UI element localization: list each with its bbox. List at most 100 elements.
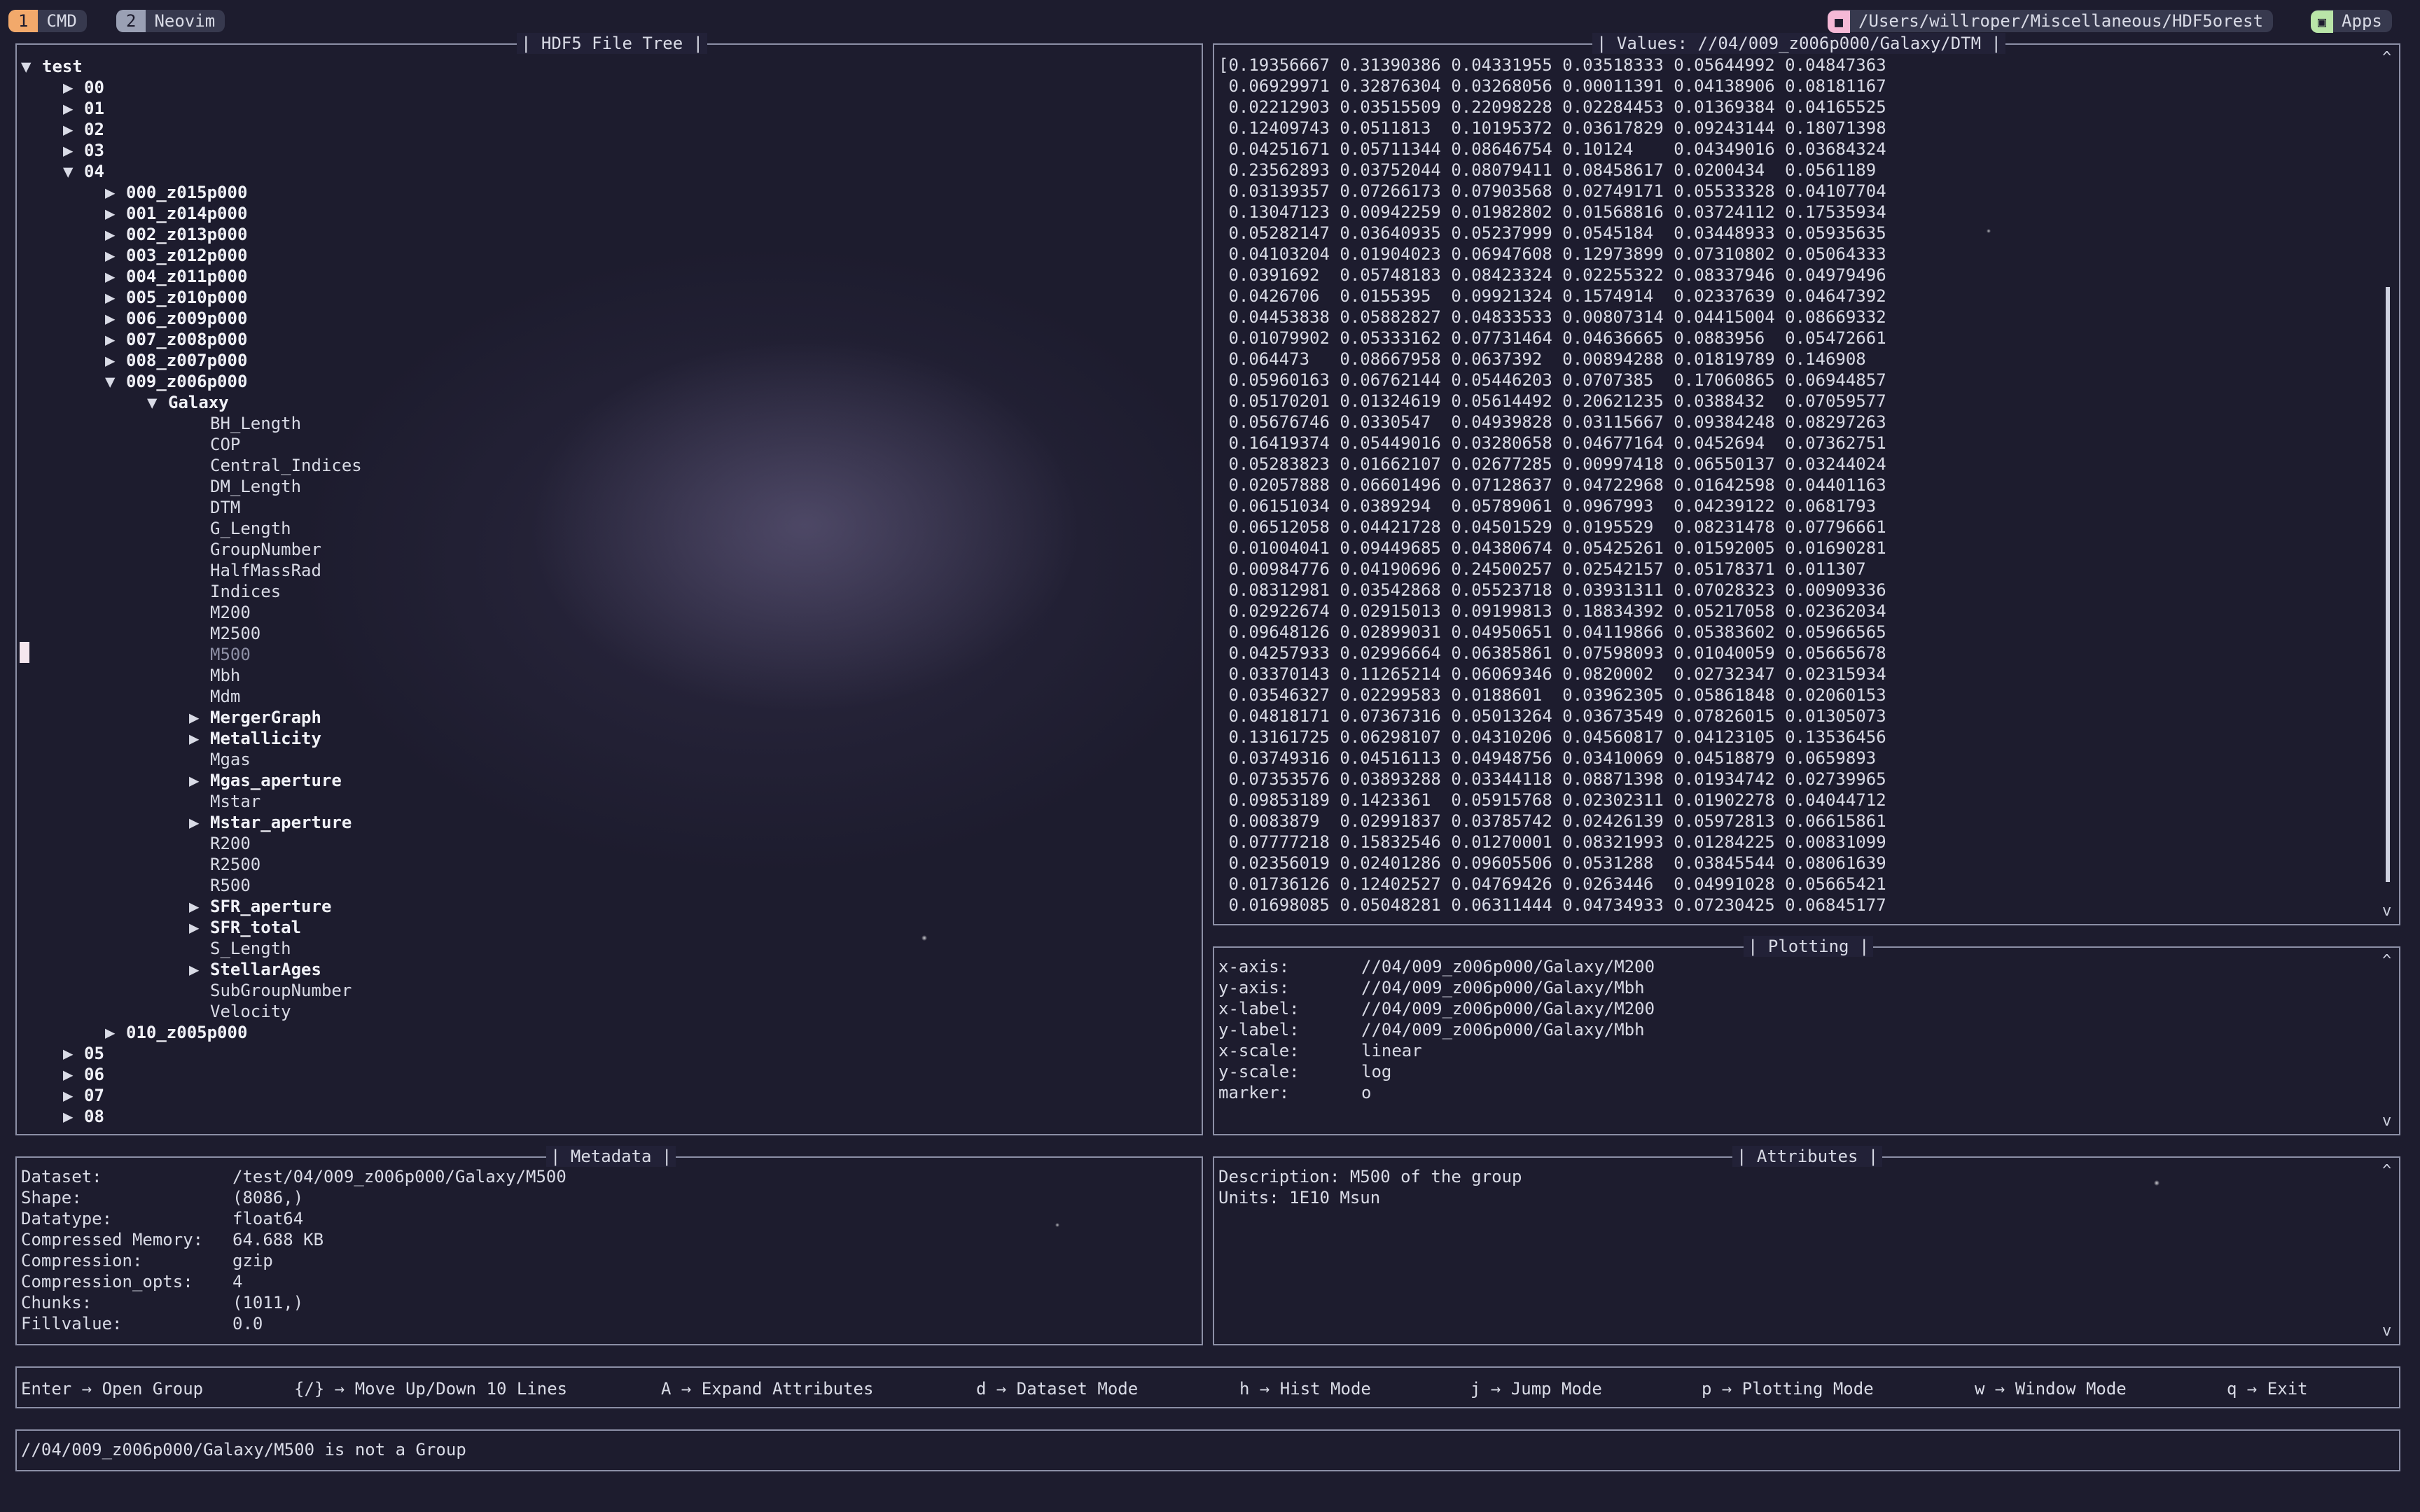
scroll-up-arrow[interactable]: ^ <box>2382 49 2391 66</box>
setting-value: //04/009_z006p000/Galaxy/M200 <box>1361 999 1655 1018</box>
tree-group[interactable]: ▶ 002_z013p000 <box>21 224 1181 245</box>
tree-item-label: 010_z005p000 <box>126 1023 248 1042</box>
plotting-setting-row[interactable]: x-label: //04/009_z006p000/Galaxy/M200 <box>1218 998 2378 1019</box>
tree-dataset[interactable]: Indices <box>21 581 1181 602</box>
collapsed-arrow-icon: ▶ <box>105 183 116 202</box>
plotting-setting-row[interactable]: marker: o <box>1218 1082 2378 1103</box>
workspace-2-tab[interactable]: 2 Neovim <box>116 10 225 32</box>
tree-group[interactable]: ▶ SFR_total <box>21 917 1181 938</box>
tree-group[interactable]: ▶ Mgas_aperture <box>21 770 1181 791</box>
values-scrollbar[interactable]: ^ v <box>2381 49 2395 920</box>
values-line: 0.12409743 0.0511813 0.10195372 0.036178… <box>1218 118 1886 138</box>
tree-group[interactable]: ▶ 001_z014p000 <box>21 203 1181 224</box>
tree-group[interactable]: ▶ 00 <box>21 77 1181 98</box>
tree-dataset[interactable]: R2500 <box>21 854 1181 875</box>
scroll-up-arrow[interactable]: ^ <box>2382 1162 2391 1180</box>
tree-item-label: 002_z013p000 <box>126 225 248 244</box>
tree-group[interactable]: ▶ 008_z007p000 <box>21 350 1181 371</box>
tree-group[interactable]: ▶ 02 <box>21 119 1181 140</box>
values-line: 0.01004041 0.09449685 0.04380674 0.05425… <box>1218 538 1886 558</box>
values-line: 0.05960163 0.06762144 0.05446203 0.07073… <box>1218 370 1886 390</box>
values-line: 0.0426706 0.0155395 0.09921324 0.1574914… <box>1218 286 1886 306</box>
tree-group[interactable]: ▶ 007_z008p000 <box>21 329 1181 350</box>
plotting-setting-row[interactable]: y-label: //04/009_z006p000/Galaxy/Mbh <box>1218 1019 2378 1040</box>
apps-widget[interactable]: ▣ Apps <box>2311 10 2392 33</box>
tree-dataset[interactable]: G_Length <box>21 518 1181 539</box>
tree-dataset[interactable]: Velocity <box>21 1001 1181 1022</box>
plotting-scrollbar[interactable]: ^ v <box>2381 952 2395 1130</box>
tree-dataset[interactable]: GroupNumber <box>21 539 1181 560</box>
tree-group[interactable]: ▶ 006_z009p000 <box>21 308 1181 329</box>
cursor <box>20 642 29 663</box>
values-line: 0.03370143 0.11265214 0.06069346 0.08200… <box>1218 664 1886 684</box>
tree-group[interactable]: ▶ 000_z015p000 <box>21 182 1181 203</box>
collapsed-arrow-icon: ▶ <box>63 1086 74 1105</box>
tree-group[interactable]: ▼ Galaxy <box>21 392 1181 413</box>
workspace-1-tab[interactable]: 1 CMD <box>8 10 87 32</box>
scroll-down-arrow[interactable]: v <box>2382 1322 2391 1340</box>
tree-group[interactable]: ▶ 05 <box>21 1043 1181 1064</box>
metadata-key: Datatype: <box>21 1209 113 1228</box>
tree-item-label: 05 <box>84 1044 104 1063</box>
tree-dataset[interactable]: M2500 <box>21 623 1181 644</box>
scroll-up-arrow[interactable]: ^ <box>2382 952 2391 969</box>
tree-group[interactable]: ▶ SFR_aperture <box>21 896 1181 917</box>
tree-group[interactable]: ▶ 005_z010p000 <box>21 287 1181 308</box>
tree-dataset[interactable]: COP <box>21 434 1181 455</box>
tree-group[interactable]: ▶ 06 <box>21 1064 1181 1085</box>
tree-group[interactable]: ▼ test <box>21 56 1181 77</box>
plotting-setting-row[interactable]: x-axis: //04/009_z006p000/Galaxy/M200 <box>1218 956 2378 977</box>
tree-dataset[interactable]: M500 <box>21 644 1181 665</box>
scroll-down-arrow[interactable]: v <box>2382 902 2391 920</box>
plotting-setting-row[interactable]: y-axis: //04/009_z006p000/Galaxy/Mbh <box>1218 977 2378 998</box>
tree-dataset[interactable]: R200 <box>21 833 1181 854</box>
scroll-thumb[interactable] <box>2386 287 2390 882</box>
tree-group[interactable]: ▶ Metallicity <box>21 728 1181 749</box>
tree-dataset[interactable]: S_Length <box>21 938 1181 959</box>
tree-dataset[interactable]: M200 <box>21 602 1181 623</box>
metadata-value: (1011,) <box>232 1293 304 1312</box>
collapsed-arrow-icon: ▶ <box>189 960 200 979</box>
collapsed-arrow-icon: ▶ <box>105 288 116 307</box>
metadata-key: Dataset: <box>21 1167 102 1186</box>
values-line: 0.06151034 0.0389294 0.05789061 0.096799… <box>1218 496 1877 516</box>
values-panel: | Values: //04/009_z006p000/Galaxy/DTM |… <box>1213 33 2400 925</box>
collapsed-arrow-icon: ▶ <box>63 1044 74 1063</box>
tree-group[interactable]: ▼ 04 <box>21 161 1181 182</box>
tree-dataset[interactable]: HalfMassRad <box>21 560 1181 581</box>
scroll-down-arrow[interactable]: v <box>2382 1112 2391 1130</box>
plotting-setting-row[interactable]: y-scale: log <box>1218 1061 2378 1082</box>
tree-dataset[interactable]: Central_Indices <box>21 455 1181 476</box>
tree-group[interactable]: ▶ 08 <box>21 1106 1181 1127</box>
plotting-setting-row[interactable]: x-scale: linear <box>1218 1040 2378 1061</box>
tree-dataset[interactable]: R500 <box>21 875 1181 896</box>
tree-dataset[interactable]: Mstar <box>21 791 1181 812</box>
tree-dataset[interactable]: BH_Length <box>21 413 1181 434</box>
tree-group[interactable]: ▶ 003_z012p000 <box>21 245 1181 266</box>
tree-dataset[interactable]: DM_Length <box>21 476 1181 497</box>
attributes-scrollbar[interactable]: ^ v <box>2381 1162 2395 1340</box>
tree-group[interactable]: ▶ 03 <box>21 140 1181 161</box>
tree-group[interactable]: ▼ 009_z006p000 <box>21 371 1181 392</box>
tree-dataset[interactable]: Mgas <box>21 749 1181 770</box>
values-line: 0.04453838 0.05882827 0.04833533 0.00807… <box>1218 307 1886 327</box>
current-path-widget[interactable]: ■/Users/willroper/Miscellaneous/HDF5ores… <box>1828 10 2274 33</box>
tree-group[interactable]: ▶ 07 <box>21 1085 1181 1106</box>
panel-title: | Values: //04/009_z006p000/Galaxy/DTM | <box>1592 33 2005 54</box>
tree-group[interactable]: ▶ Mstar_aperture <box>21 812 1181 833</box>
tree-group[interactable]: ▶ MergerGraph <box>21 707 1181 728</box>
tree-group[interactable]: ▶ 01 <box>21 98 1181 119</box>
tree-item-label: 000_z015p000 <box>126 183 248 202</box>
tree-group[interactable]: ▶ 010_z005p000 <box>21 1022 1181 1043</box>
tree-item-label: SFR_aperture <box>210 897 332 916</box>
collapsed-arrow-icon: ▶ <box>189 729 200 748</box>
values-line: 0.04103204 0.01904023 0.06947608 0.12973… <box>1218 244 1886 264</box>
values-line: 0.064473 0.08667958 0.0637392 0.00894288… <box>1218 349 1866 369</box>
tree-group[interactable]: ▶ StellarAges <box>21 959 1181 980</box>
tree-dataset[interactable]: DTM <box>21 497 1181 518</box>
tree-dataset[interactable]: SubGroupNumber <box>21 980 1181 1001</box>
collapsed-arrow-icon: ▶ <box>189 771 200 790</box>
tree-group[interactable]: ▶ 004_z011p000 <box>21 266 1181 287</box>
tree-dataset[interactable]: Mdm <box>21 686 1181 707</box>
tree-dataset[interactable]: Mbh <box>21 665 1181 686</box>
